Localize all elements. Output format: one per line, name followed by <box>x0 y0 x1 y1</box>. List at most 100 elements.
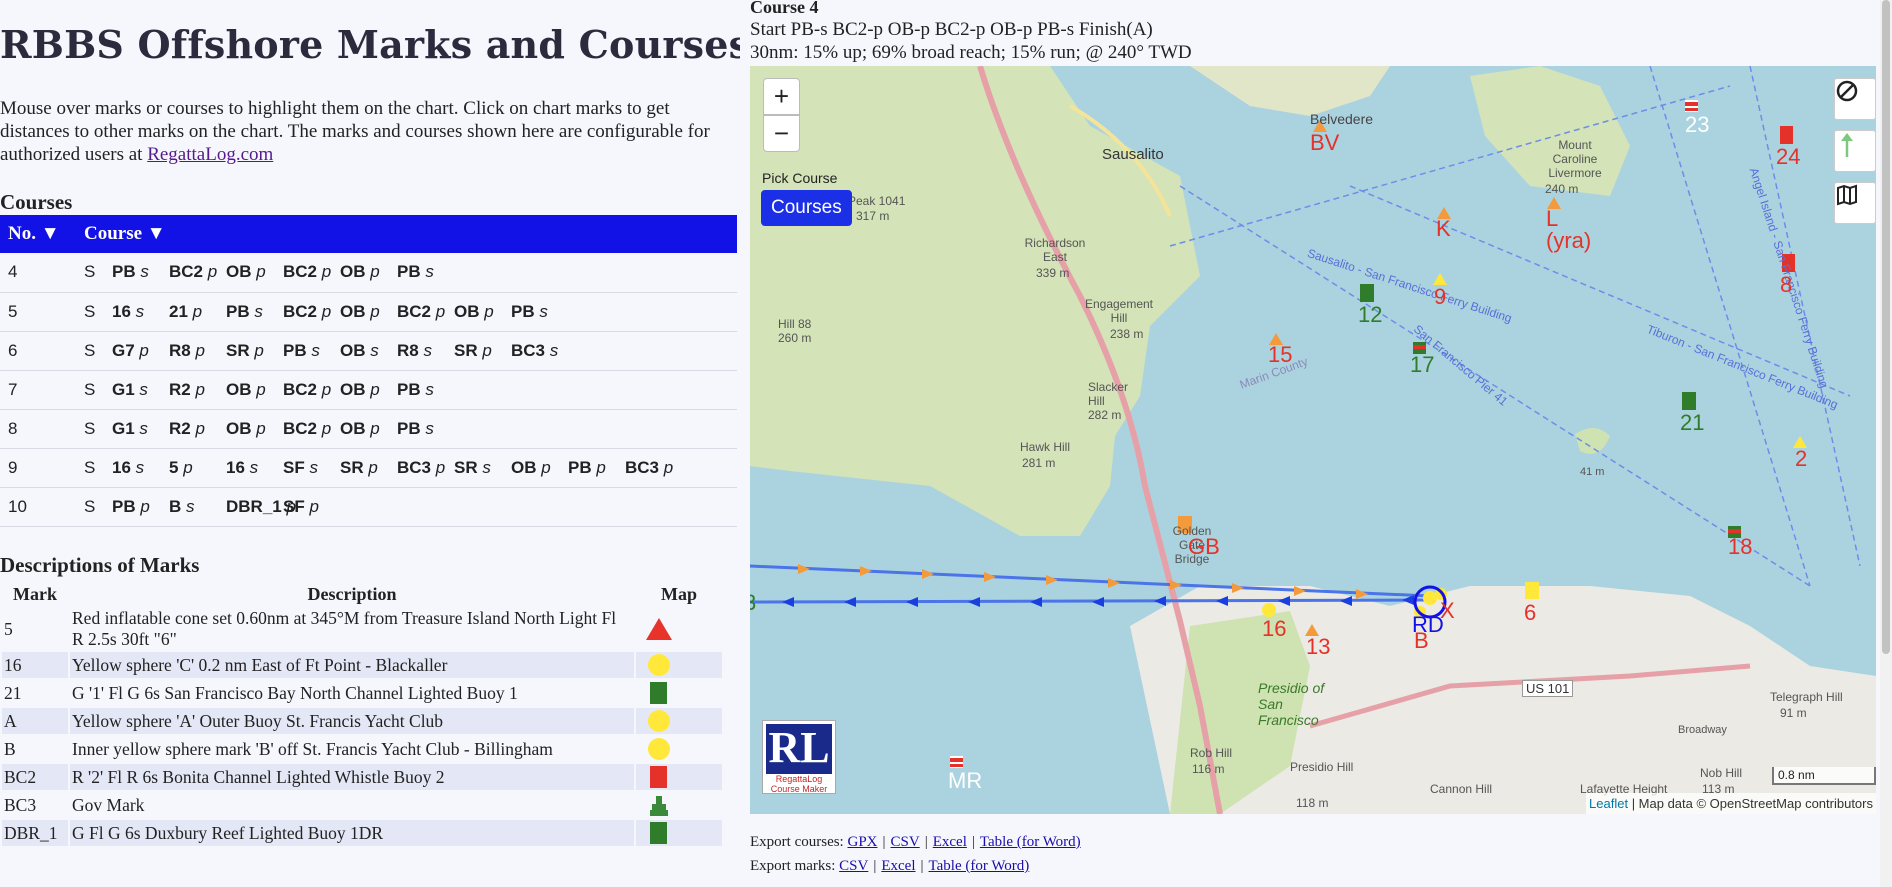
col-course-sort[interactable]: Course ▼ <box>76 215 737 253</box>
export-courses-excel[interactable]: Excel <box>933 834 967 850</box>
course-leg[interactable]: G7 p <box>112 341 169 361</box>
course-leg[interactable]: 5 p <box>169 458 226 478</box>
course-leg[interactable]: OB p <box>226 262 283 282</box>
course-leg[interactable]: SR p <box>454 341 511 361</box>
course-leg[interactable]: PB s <box>511 302 568 322</box>
mark-row[interactable]: 16 Yellow sphere 'C' 0.2 nm East of Ft Po… <box>2 652 722 678</box>
export-marks-table[interactable]: Table (for Word) <box>929 858 1030 874</box>
course-leg[interactable]: PB s <box>112 262 169 282</box>
mark-label-mr[interactable]: MR <box>948 768 982 794</box>
course-leg[interactable]: PB s <box>397 419 454 439</box>
page-scrollbar[interactable] <box>1880 0 1892 887</box>
course-leg[interactable]: 16 s <box>112 458 169 478</box>
zoom-in-button[interactable]: + <box>763 78 800 115</box>
mark-label-gb[interactable]: GB <box>1188 534 1220 560</box>
course-leg[interactable]: PB s <box>226 302 283 322</box>
mark-label-9[interactable]: 9 <box>1434 284 1446 310</box>
course-leg[interactable]: DBR_1 p <box>226 497 296 517</box>
mark-label-bv[interactable]: BV <box>1310 130 1339 156</box>
course-leg[interactable]: PB p <box>568 458 625 478</box>
export-courses-csv[interactable]: CSV <box>891 834 920 850</box>
course-leg[interactable]: G1 s <box>112 419 169 439</box>
export-marks-excel[interactable]: Excel <box>881 858 915 874</box>
course-leg[interactable]: PB s <box>397 262 454 282</box>
mark-label-8[interactable]: 8 <box>1780 272 1792 298</box>
course-row[interactable]: 4 S PB s BC2 p OB p BC2 p OB p PB s <box>0 253 737 293</box>
course-leg[interactable]: PB s <box>397 380 454 400</box>
course-leg[interactable]: OB p <box>340 380 397 400</box>
mark-row[interactable]: A Yellow sphere 'A' Outer Buoy St. Franci… <box>2 708 722 734</box>
course-leg[interactable]: R8 p <box>169 341 226 361</box>
mark-label-21[interactable]: 21 <box>1680 410 1704 436</box>
mark-label-18[interactable]: 18 <box>1728 534 1752 560</box>
course-leg[interactable]: G1 s <box>112 380 169 400</box>
course-leg[interactable]: BC2 p <box>283 419 340 439</box>
course-leg[interactable]: 16 s <box>226 458 283 478</box>
mark-label-15[interactable]: 15 <box>1268 342 1292 368</box>
mark-label-24[interactable]: 24 <box>1776 144 1800 170</box>
chart-map[interactable]: Belvedere Sausalito Mount Caroline Liver… <box>750 66 1876 814</box>
course-leg[interactable]: OB p <box>340 262 397 282</box>
course-leg[interactable]: BC3 s <box>511 341 568 361</box>
mark-row[interactable]: 21 G '1' Fl G 6s San Francisco Bay North … <box>2 680 722 706</box>
mark-label-16[interactable]: 16 <box>1262 616 1286 642</box>
scrollbar-thumb[interactable] <box>1882 0 1890 654</box>
course-leg[interactable]: PB p <box>112 497 169 517</box>
course-leg[interactable]: OB p <box>226 380 283 400</box>
clear-control-button[interactable] <box>1834 78 1876 120</box>
course-leg[interactable]: SF s <box>283 458 340 478</box>
course-row[interactable]: 9 S 16 s5 p 16 s SF s SR p BC3 p SR s OB p PB p BC… <box>0 448 737 488</box>
course-leg[interactable]: OB p <box>454 302 511 322</box>
courses-button[interactable]: Courses <box>761 190 852 226</box>
course-leg[interactable]: R2 p <box>169 419 226 439</box>
map-layers-button[interactable] <box>1834 182 1876 224</box>
mark-row[interactable]: B Inner yellow sphere mark 'B' off St. Fr… <box>2 736 722 762</box>
export-courses-table[interactable]: Table (for Word) <box>980 834 1081 850</box>
course-leg[interactable]: BC3 p <box>397 458 454 478</box>
course-leg[interactable]: OB p <box>511 458 568 478</box>
course-leg[interactable]: SR p <box>340 458 397 478</box>
mark-label-3[interactable]: 3 <box>750 590 756 616</box>
course-row[interactable]: 8 S G1 s R2 p OB p BC2 p OB p PB s <box>0 409 737 449</box>
course-leg[interactable]: BC2 p <box>283 302 340 322</box>
regattalog-link[interactable]: RegattaLog.com <box>147 144 273 165</box>
course-leg[interactable]: B s <box>169 497 226 517</box>
mark-row[interactable]: 5 Red inflatable cone set 0.60nm at 345°M… <box>2 608 722 650</box>
mark-label-13[interactable]: 13 <box>1306 634 1330 660</box>
export-courses-gpx[interactable]: GPX <box>847 834 877 850</box>
wind-direction-button[interactable] <box>1834 130 1876 172</box>
course-leg[interactable]: 16 s <box>112 302 169 322</box>
mark-row[interactable]: BC2 R '2' Fl R 6s Bonita Channel Lighted … <box>2 764 722 790</box>
mark-label-b[interactable]: B <box>1414 628 1429 654</box>
col-no-sort[interactable]: No. ▼ <box>0 215 76 253</box>
course-leg[interactable]: SR p <box>226 341 283 361</box>
mark-label-k[interactable]: K <box>1436 216 1451 242</box>
course-leg[interactable]: R2 p <box>169 380 226 400</box>
course-leg[interactable]: BC2 p <box>169 262 226 282</box>
mark-label-2[interactable]: 2 <box>1795 446 1807 472</box>
course-leg[interactable]: BC2 p <box>283 262 340 282</box>
course-leg[interactable]: SF p <box>283 497 340 517</box>
mark-label-yra[interactable]: (yra) <box>1546 228 1591 254</box>
course-leg[interactable]: BC2 p <box>283 380 340 400</box>
course-leg[interactable]: OB p <box>340 302 397 322</box>
course-row[interactable]: 7 S G1 s R2 p OB p BC2 p OB p PB s <box>0 370 737 410</box>
course-leg[interactable]: OB p <box>340 419 397 439</box>
course-leg[interactable]: SR s <box>454 458 511 478</box>
course-leg[interactable]: BC2 p <box>397 302 454 322</box>
course-leg[interactable]: R8 s <box>397 341 454 361</box>
course-row[interactable]: 6 S G7 p R8 p SR p PB s OB s R8 s SR p BC3 s <box>0 331 737 371</box>
course-leg[interactable]: BC3 p <box>625 458 682 478</box>
regattalog-logo[interactable]: RL RegattaLog Course Maker <box>762 720 836 794</box>
course-row[interactable]: 5 S 16 s 21 p PB s BC2 p OB p BC2 p OB p PB s <box>0 292 737 332</box>
mark-label-12[interactable]: 12 <box>1358 302 1382 328</box>
zoom-out-button[interactable]: − <box>763 115 800 152</box>
mark-label-23[interactable]: 23 <box>1685 112 1709 138</box>
course-leg[interactable]: OB s <box>340 341 397 361</box>
mark-row[interactable]: DBR_1 G Fl G 6s Duxbury Reef Lighted Buoy… <box>2 820 722 846</box>
course-leg[interactable]: 21 p <box>169 302 226 322</box>
course-row[interactable]: 10 S PB pB s DBR_1 pSF p <box>0 487 737 527</box>
course-leg[interactable]: OB p <box>226 419 283 439</box>
mark-label-6[interactable]: 6 <box>1524 600 1536 626</box>
course-leg[interactable]: PB s <box>283 341 340 361</box>
